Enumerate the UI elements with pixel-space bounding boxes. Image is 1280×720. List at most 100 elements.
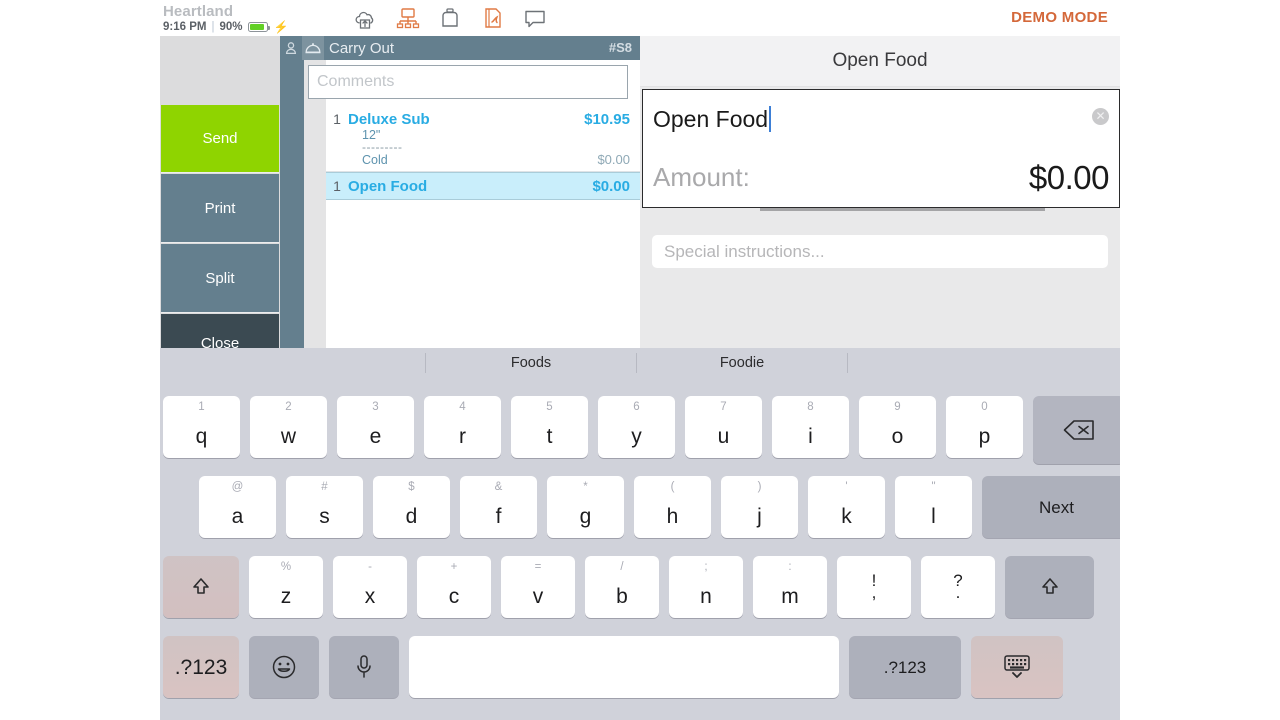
- key-alt-label: ;: [704, 561, 708, 573]
- key-alt-label: +: [450, 561, 458, 573]
- key-o[interactable]: 9o: [859, 396, 936, 458]
- key-i[interactable]: 8i: [772, 396, 849, 458]
- key-n[interactable]: ; n: [669, 556, 743, 618]
- key-alt-label: 6: [633, 401, 640, 413]
- key-k[interactable]: ' k: [808, 476, 885, 538]
- numeric-key-left[interactable]: .?123: [163, 636, 239, 698]
- next-key[interactable]: Next: [982, 476, 1120, 538]
- comments-input[interactable]: Comments: [308, 65, 628, 99]
- keyboard-row-1: 1q2w3e4r5t6y7u8i9o0p: [163, 396, 1120, 464]
- key-main-label: m: [781, 585, 799, 608]
- suggestion-slot-empty[interactable]: [160, 352, 425, 374]
- key-l[interactable]: " l: [895, 476, 972, 538]
- key-main-label: ,: [871, 583, 877, 602]
- hide-keyboard-key[interactable]: [971, 636, 1063, 698]
- item-modifier-name: 12": [362, 128, 381, 142]
- ticket-title: Carry Out: [329, 39, 395, 57]
- key-main-label: x: [364, 585, 376, 608]
- shift-left-key[interactable]: [163, 556, 239, 618]
- send-button[interactable]: Send: [161, 105, 279, 173]
- key-.[interactable]: ?.: [921, 556, 995, 618]
- network-icon[interactable]: [393, 3, 423, 33]
- clear-circle-icon[interactable]: ✕: [1092, 108, 1109, 125]
- key-m[interactable]: :m: [753, 556, 827, 618]
- emoji-key[interactable]: [249, 636, 319, 698]
- table-row[interactable]: 1 Deluxe Sub $10.95 12" --------- Cold $…: [326, 106, 640, 172]
- table-row-selected[interactable]: 1 Open Food $0.00: [326, 172, 640, 200]
- key-w[interactable]: 2w: [250, 396, 327, 458]
- key-alt-label: 9: [894, 401, 901, 413]
- shift-arrow-icon: [1041, 578, 1058, 594]
- key-a[interactable]: @ a: [199, 476, 276, 538]
- clock-label: 9:16 PM: [163, 21, 207, 33]
- key-c[interactable]: + c: [417, 556, 491, 618]
- key-v[interactable]: = v: [501, 556, 575, 618]
- space-key[interactable]: [409, 636, 839, 698]
- battery-icon: [247, 22, 270, 32]
- key-r[interactable]: 4r: [424, 396, 501, 458]
- key-t[interactable]: 5t: [511, 396, 588, 458]
- dictation-key[interactable]: [329, 636, 399, 698]
- keyboard-row-2: @ a # s $ d & f * g(h) j ' k " l Next: [199, 476, 1120, 538]
- key-e[interactable]: 3e: [337, 396, 414, 458]
- key-x[interactable]: -x: [333, 556, 407, 618]
- key-main-label: z: [280, 585, 292, 608]
- key-,[interactable]: !,: [837, 556, 911, 618]
- print-button[interactable]: Print: [161, 174, 279, 243]
- key-b[interactable]: / b: [585, 556, 659, 618]
- key-s[interactable]: # s: [286, 476, 363, 538]
- suggestion-item[interactable]: Foods: [426, 352, 636, 374]
- key-main-label: u: [717, 425, 730, 448]
- close-button[interactable]: Close: [161, 314, 279, 352]
- key-alt-label: &: [494, 481, 503, 493]
- print-button-label: Print: [204, 199, 236, 217]
- numeric-key-right[interactable]: .?123: [849, 636, 961, 698]
- key-z[interactable]: % z: [249, 556, 323, 618]
- key-main-label: s: [319, 505, 330, 528]
- key-alt-label: *: [583, 481, 588, 493]
- person-icon[interactable]: [280, 36, 302, 60]
- item-name-input[interactable]: Open Food ✕: [642, 89, 1120, 149]
- amount-value: $0.00: [1028, 158, 1110, 196]
- ticket-number: #S8: [608, 40, 632, 55]
- key-q[interactable]: 1q: [163, 396, 240, 458]
- comments-placeholder: Comments: [317, 73, 395, 90]
- screenshot-root: Heartland 9:16 PM | 90% ⚡ DEMO MODE Send…: [0, 0, 1280, 720]
- printer-icon[interactable]: [435, 3, 465, 33]
- key-y[interactable]: 6y: [598, 396, 675, 458]
- amount-input[interactable]: Amount: $0.00: [642, 148, 1120, 208]
- cloud-upload-icon[interactable]: [350, 3, 380, 33]
- item-modifier-price: $0.00: [597, 152, 630, 167]
- ticket-item-list: 1 Deluxe Sub $10.95 12" --------- Cold $…: [326, 106, 640, 200]
- food-dome-icon[interactable]: [302, 36, 324, 60]
- key-alt-label: -: [368, 561, 372, 573]
- microphone-icon: [357, 655, 371, 678]
- document-signature-icon[interactable]: [478, 3, 508, 33]
- chat-bubble-icon[interactable]: [520, 3, 550, 33]
- key-alt-label: ): [757, 481, 762, 493]
- special-instructions-input[interactable]: Special instructions...: [652, 235, 1108, 268]
- autocomplete-bar: Foods Foodie: [160, 348, 1120, 378]
- page-title: Open Food: [832, 50, 928, 71]
- item-name: Open Food: [348, 178, 428, 195]
- key-u[interactable]: 7u: [685, 396, 762, 458]
- brand-label: Heartland: [163, 3, 234, 20]
- key-j[interactable]: ) j: [721, 476, 798, 538]
- key-main-label: b: [616, 585, 628, 608]
- backspace-key[interactable]: [1033, 396, 1120, 464]
- key-alt-label: 8: [807, 401, 814, 413]
- suggestion-item[interactable]: Foodie: [637, 352, 847, 374]
- key-label: Next: [1039, 497, 1074, 517]
- key-f[interactable]: & f: [460, 476, 537, 538]
- on-screen-keyboard: Foods Foodie 1q2w3e4r5t6y7u8i9o0p @ a # s $ d…: [160, 348, 1120, 720]
- key-main-label: i: [808, 425, 813, 448]
- shift-right-key[interactable]: [1005, 556, 1094, 618]
- key-alt-label: :: [788, 561, 792, 573]
- key-h[interactable]: (h: [634, 476, 711, 538]
- key-alt-label: #: [321, 481, 328, 493]
- key-g[interactable]: * g: [547, 476, 624, 538]
- key-d[interactable]: $ d: [373, 476, 450, 538]
- split-button[interactable]: Split: [161, 244, 279, 313]
- key-p[interactable]: 0p: [946, 396, 1023, 458]
- key-main-label: q: [195, 425, 208, 448]
